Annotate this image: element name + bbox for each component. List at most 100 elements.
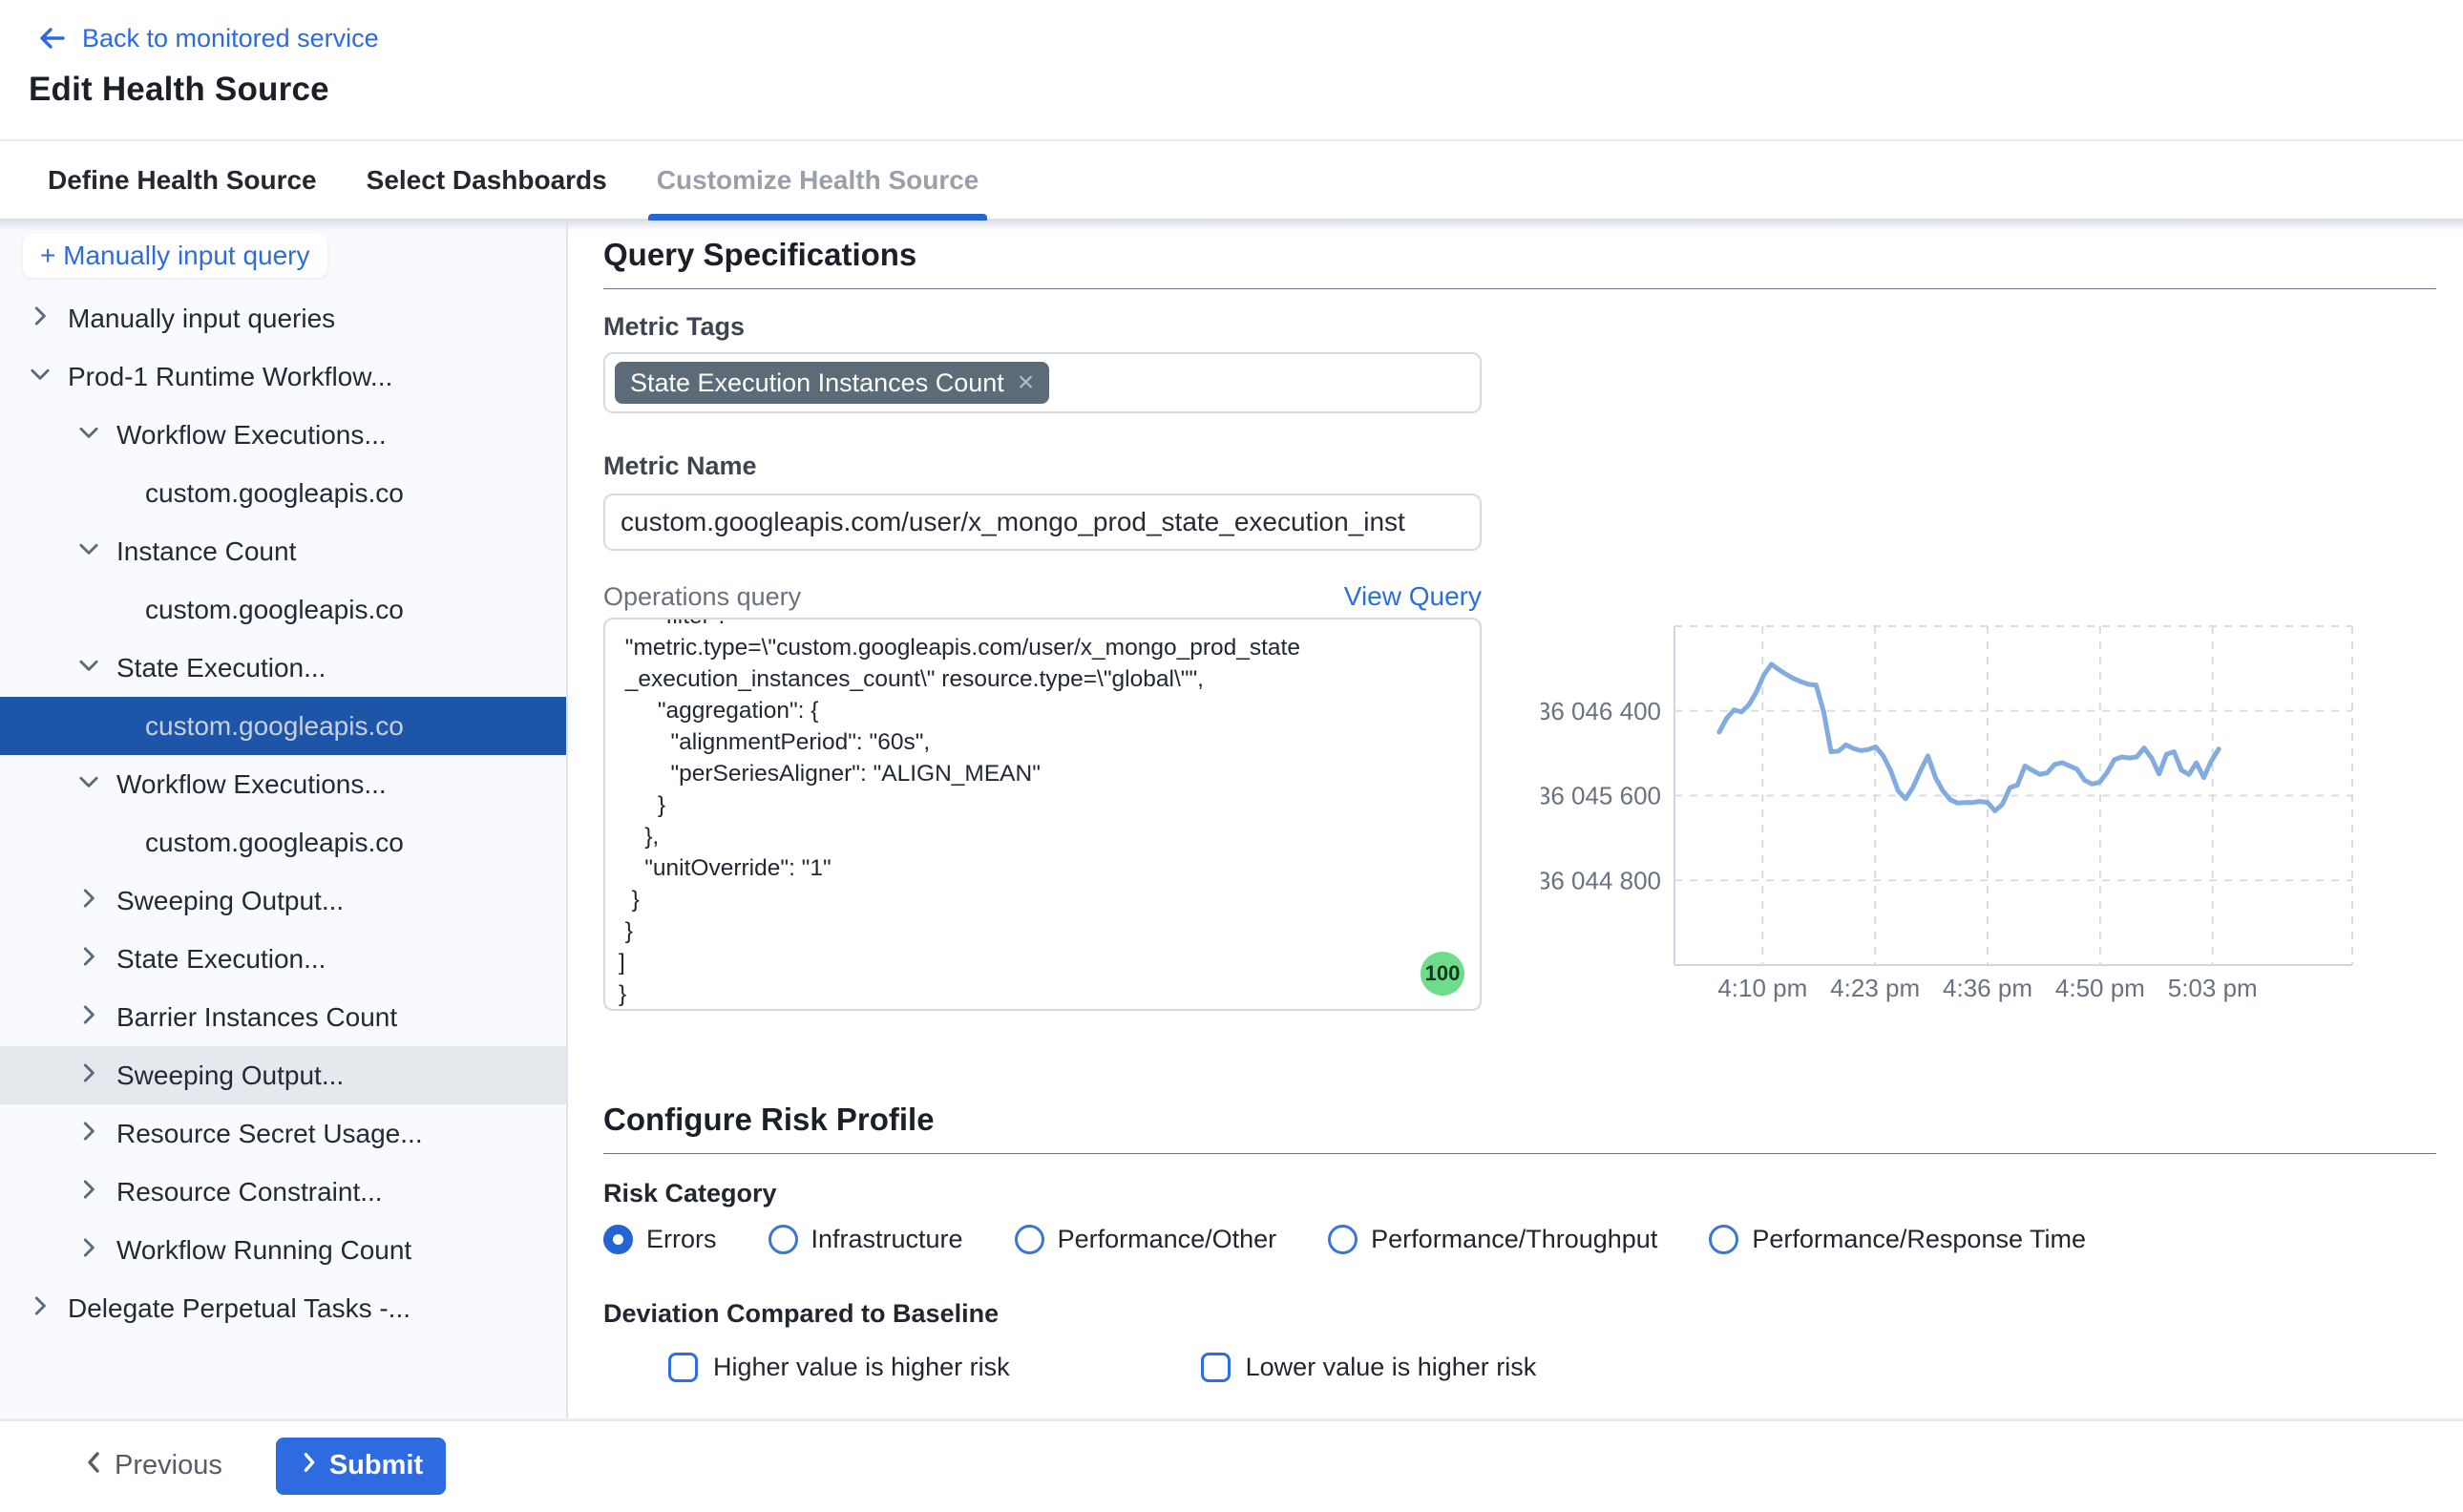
chevron-right-icon [299,1448,320,1484]
chevron-down-icon[interactable] [26,360,54,393]
operations-query-code: "filter": "metric.type=\"custom.googleap… [605,618,1480,1010]
deviation-option-higher-value-is-higher-risk[interactable]: Higher value is higher risk [668,1351,1010,1383]
metric-tag-chip: State Execution Instances Count × [615,362,1049,404]
footer-bar: Previous Submit [0,1418,2463,1510]
chevron-right-icon[interactable] [74,1233,103,1267]
chevron-right-icon[interactable] [74,1175,103,1208]
chevron-down-icon[interactable] [74,767,103,801]
tree-item-manually-input-queries[interactable]: Manually input queries [0,289,566,347]
back-link-label[interactable]: Back to monitored service [82,24,379,53]
metric-name-label: Metric Name [603,450,2463,482]
tree-item-delegate-perpetual-tasks[interactable]: Delegate Perpetual Tasks -... [0,1279,566,1337]
chevron-right-icon[interactable] [26,1292,54,1325]
tree-item-custom-googleapis-co[interactable]: custom.googleapis.co [0,697,566,755]
tree-item-label: custom.googleapis.co [145,828,404,858]
deviation-label: Deviation Compared to Baseline [603,1297,2463,1330]
tab-customize-health-source[interactable]: Customize Health Source [648,141,988,219]
risk-option-performance-response-time[interactable]: Performance/Response Time [1709,1223,2086,1255]
main-panel: Query Specifications Metric Tags State E… [568,220,2463,1418]
tree-item-custom-googleapis-co[interactable]: custom.googleapis.co [0,813,566,872]
chevron-right-icon[interactable] [26,302,54,335]
deviation-checkbox-group: Higher value is higher risk Lower value i… [668,1351,2463,1383]
tree-item-label: State Execution... [116,944,326,975]
query-specifications-heading: Query Specifications [603,234,2463,276]
tree-item-resource-secret-usage[interactable]: Resource Secret Usage... [0,1104,566,1163]
chevron-right-icon[interactable] [74,884,103,917]
tree-item-label: Instance Count [116,536,296,567]
tab-select-dashboards[interactable]: Select Dashboards [358,141,616,219]
submit-button-label: Submit [329,1450,423,1481]
chevron-right-icon[interactable] [74,1117,103,1150]
tree-item-label: Prod-1 Runtime Workflow... [68,362,392,392]
chevron-left-icon [82,1448,107,1484]
tree-item-workflow-running-count[interactable]: Workflow Running Count [0,1221,566,1279]
metric-tags-input[interactable]: State Execution Instances Count × [603,352,1482,413]
tab-define-health-source[interactable]: Define Health Source [39,141,326,219]
checkbox-icon[interactable] [1201,1353,1231,1382]
x-axis-tick-label: 4:50 pm [2055,974,2145,1002]
operations-query-label: Operations query [603,582,801,612]
deviation-option-lower-value-is-higher-risk[interactable]: Lower value is higher risk [1201,1351,1537,1383]
view-query-link[interactable]: View Query [1344,581,1482,612]
section-divider [603,288,2436,289]
operations-query-textarea[interactable]: "filter": "metric.type=\"custom.googleap… [603,618,1482,1011]
tree-item-sweeping-output[interactable]: Sweeping Output... [0,872,566,930]
back-link[interactable]: Back to monitored service [34,19,2463,57]
chevron-down-icon[interactable] [74,651,103,684]
tree-item-resource-constraint[interactable]: Resource Constraint... [0,1163,566,1221]
tree-item-barrier-instances-count[interactable]: Barrier Instances Count [0,988,566,1046]
radio-icon[interactable] [1015,1225,1044,1254]
y-axis-tick-label: 36 045 600 [1541,782,1661,810]
tree-item-label: State Execution... [116,653,326,683]
y-axis-tick-label: 36 046 400 [1541,697,1661,725]
chevron-right-icon[interactable] [74,1000,103,1034]
radio-selected-icon[interactable] [603,1225,633,1254]
risk-option-label: Performance/Other [1058,1223,1277,1255]
metric-name-input[interactable]: custom.googleapis.com/user/x_mongo_prod_… [603,494,1482,551]
section-divider-2 [603,1153,2436,1154]
add-manual-query-button[interactable]: + Manually input query [23,234,327,278]
tree-item-label: Workflow Running Count [116,1235,411,1266]
tree-item-custom-googleapis-co[interactable]: custom.googleapis.co [0,464,566,522]
radio-icon[interactable] [768,1225,798,1254]
chevron-down-icon[interactable] [74,418,103,452]
checkbox-icon[interactable] [668,1353,698,1382]
chevron-down-icon[interactable] [74,535,103,568]
chip-close-icon[interactable]: × [1018,368,1035,397]
content-area: + Manually input query Manually input qu… [0,220,2463,1418]
query-tree: Manually input queries Prod-1 Runtime Wor… [0,289,566,1337]
tree-item-workflow-executions[interactable]: Workflow Executions... [0,406,566,464]
deviation-option-label: Higher value is higher risk [713,1351,1010,1383]
tree-item-prod-1-runtime-workflow[interactable]: Prod-1 Runtime Workflow... [0,347,566,406]
tree-item-state-execution[interactable]: State Execution... [0,639,566,697]
risk-option-label: Performance/Throughput [1371,1223,1657,1255]
radio-icon[interactable] [1709,1225,1738,1254]
tree-item-sweeping-output[interactable]: Sweeping Output... [0,1046,566,1104]
page-title: Edit Health Source [29,71,2463,109]
tree-item-instance-count[interactable]: Instance Count [0,522,566,580]
tree-item-workflow-executions[interactable]: Workflow Executions... [0,755,566,813]
x-axis-tick-label: 5:03 pm [2168,974,2258,1002]
previous-button[interactable]: Previous [82,1448,222,1484]
tree-item-label: custom.googleapis.co [145,595,404,625]
risk-option-label: Errors [646,1223,717,1255]
risk-option-performance-throughput[interactable]: Performance/Throughput [1328,1223,1657,1255]
submit-button[interactable]: Submit [276,1438,446,1495]
x-axis-tick-label: 4:36 pm [1943,974,2032,1002]
configure-risk-profile-heading: Configure Risk Profile [603,1099,2463,1141]
tree-item-custom-googleapis-co[interactable]: custom.googleapis.co [0,580,566,639]
tree-item-label: Sweeping Output... [116,886,344,916]
risk-option-performance-other[interactable]: Performance/Other [1015,1223,1277,1255]
risk-category-label: Risk Category [603,1177,2463,1209]
tree-item-label: Resource Secret Usage... [116,1119,423,1149]
metric-tags-label: Metric Tags [603,310,2463,343]
tree-item-state-execution[interactable]: State Execution... [0,930,566,988]
radio-icon[interactable] [1328,1225,1358,1254]
tree-item-label: Manually input queries [68,304,335,334]
risk-option-label: Infrastructure [811,1223,963,1255]
tree-item-label: custom.googleapis.co [145,711,404,742]
risk-option-infrastructure[interactable]: Infrastructure [768,1223,963,1255]
risk-option-errors[interactable]: Errors [603,1223,717,1255]
chevron-right-icon[interactable] [74,1059,103,1092]
chevron-right-icon[interactable] [74,942,103,976]
